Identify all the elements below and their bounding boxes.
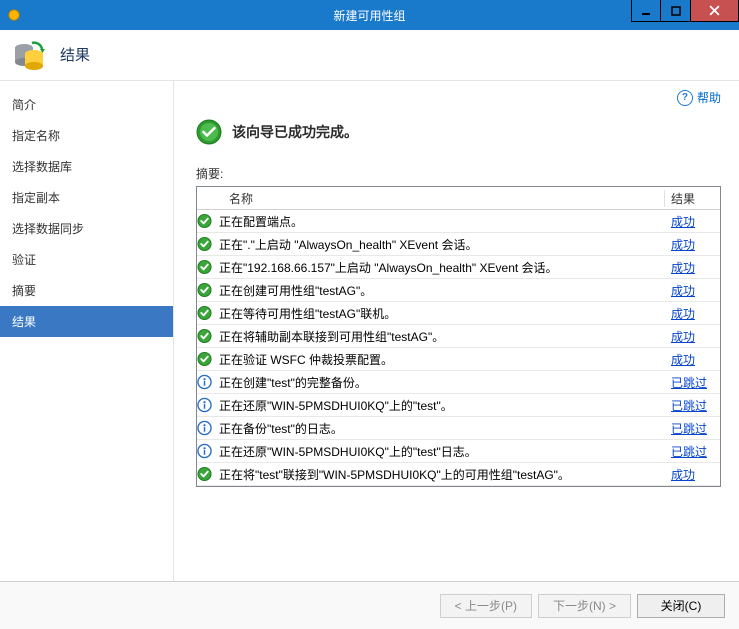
row-name: 正在备份"test"的日志。	[213, 420, 665, 437]
row-result: 成功	[665, 305, 720, 322]
row-result: 成功	[665, 213, 720, 230]
minimize-button[interactable]	[631, 0, 661, 22]
success-icon	[197, 305, 213, 321]
page-title: 结果	[60, 44, 90, 65]
wizard-header: 结果	[0, 30, 739, 80]
result-link[interactable]: 已跳过	[671, 422, 707, 436]
wizard-body: 简介指定名称选择数据库指定副本选择数据同步验证摘要结果 ? 帮助 该向导已成功完…	[0, 80, 739, 581]
table-row: 正在将"test"联接到"WIN-5PMSDHUI0KQ"上的可用性组"test…	[197, 463, 720, 486]
row-result: 成功	[665, 466, 720, 483]
result-link[interactable]: 已跳过	[671, 445, 707, 459]
sidebar-item-5[interactable]: 验证	[0, 244, 173, 275]
result-link[interactable]: 成功	[671, 238, 695, 252]
window-controls	[631, 0, 739, 22]
table-row: 正在备份"test"的日志。已跳过	[197, 417, 720, 440]
help-label: 帮助	[697, 89, 721, 106]
result-link[interactable]: 成功	[671, 468, 695, 482]
sidebar-item-0[interactable]: 简介	[0, 89, 173, 120]
grid-header: 名称 结果	[197, 187, 720, 210]
table-row: 正在验证 WSFC 仲裁投票配置。成功	[197, 348, 720, 371]
success-icon	[197, 466, 213, 482]
sidebar-item-4[interactable]: 选择数据同步	[0, 213, 173, 244]
row-result: 已跳过	[665, 443, 720, 460]
app-icon	[6, 7, 22, 23]
result-link[interactable]: 成功	[671, 261, 695, 275]
grid-header-name: 名称	[223, 190, 665, 207]
table-row: 正在"."上启动 "AlwaysOn_health" XEvent 会话。成功	[197, 233, 720, 256]
result-link[interactable]: 成功	[671, 353, 695, 367]
sidebar-item-3[interactable]: 指定副本	[0, 182, 173, 213]
table-row: 正在配置端点。成功	[197, 210, 720, 233]
table-row: 正在创建可用性组"testAG"。成功	[197, 279, 720, 302]
window-title: 新建可用性组	[0, 7, 739, 24]
row-name: 正在还原"WIN-5PMSDHUI0KQ"上的"test"。	[213, 397, 665, 414]
row-name: 正在创建"test"的完整备份。	[213, 374, 665, 391]
success-icon	[196, 119, 222, 145]
result-link[interactable]: 已跳过	[671, 376, 707, 390]
row-result: 成功	[665, 259, 720, 276]
close-button[interactable]	[691, 0, 739, 22]
grid-header-result: 结果	[665, 190, 720, 207]
success-icon	[197, 328, 213, 344]
row-name: 正在配置端点。	[213, 213, 665, 230]
table-row: 正在将辅助副本联接到可用性组"testAG"。成功	[197, 325, 720, 348]
table-row: 正在等待可用性组"testAG"联机。成功	[197, 302, 720, 325]
results-grid: 名称 结果 正在配置端点。成功正在"."上启动 "AlwaysOn_health…	[196, 186, 721, 487]
row-name: 正在"192.168.66.157"上启动 "AlwaysOn_health" …	[213, 259, 665, 276]
info-icon	[197, 397, 213, 413]
table-row: 正在"192.168.66.157"上启动 "AlwaysOn_health" …	[197, 256, 720, 279]
row-result: 成功	[665, 351, 720, 368]
info-icon	[197, 374, 213, 390]
wizard-footer: < 上一步(P) 下一步(N) > 关闭(C)	[0, 581, 739, 629]
result-link[interactable]: 成功	[671, 215, 695, 229]
sidebar-item-6[interactable]: 摘要	[0, 275, 173, 306]
maximize-button[interactable]	[661, 0, 691, 22]
table-row: 正在创建"test"的完整备份。已跳过	[197, 371, 720, 394]
row-name: 正在还原"WIN-5PMSDHUI0KQ"上的"test"日志。	[213, 443, 665, 460]
close-wizard-button[interactable]: 关闭(C)	[637, 594, 725, 618]
row-result: 成功	[665, 282, 720, 299]
row-result: 已跳过	[665, 397, 720, 414]
wizard-header-icon	[12, 37, 48, 73]
title-bar: 新建可用性组	[0, 0, 739, 30]
row-name: 正在"."上启动 "AlwaysOn_health" XEvent 会话。	[213, 236, 665, 253]
success-icon	[197, 282, 213, 298]
success-icon	[197, 213, 213, 229]
sidebar-item-2[interactable]: 选择数据库	[0, 151, 173, 182]
table-row: 正在还原"WIN-5PMSDHUI0KQ"上的"test"日志。已跳过	[197, 440, 720, 463]
row-name: 正在将"test"联接到"WIN-5PMSDHUI0KQ"上的可用性组"test…	[213, 466, 665, 483]
next-button: 下一步(N) >	[538, 594, 631, 618]
row-result: 已跳过	[665, 374, 720, 391]
result-link[interactable]: 成功	[671, 284, 695, 298]
row-result: 已跳过	[665, 420, 720, 437]
wizard-main: ? 帮助 该向导已成功完成。 摘要: 名称 结果 正在配置端点。成功正在"."上…	[174, 81, 739, 581]
info-icon	[197, 420, 213, 436]
info-icon	[197, 443, 213, 459]
row-name: 正在等待可用性组"testAG"联机。	[213, 305, 665, 322]
result-link[interactable]: 成功	[671, 330, 695, 344]
row-name: 正在创建可用性组"testAG"。	[213, 282, 665, 299]
success-icon	[197, 236, 213, 252]
row-result: 成功	[665, 328, 720, 345]
help-link[interactable]: ? 帮助	[677, 89, 721, 106]
row-name: 正在验证 WSFC 仲裁投票配置。	[213, 351, 665, 368]
result-link[interactable]: 成功	[671, 307, 695, 321]
result-link[interactable]: 已跳过	[671, 399, 707, 413]
summary-label: 摘要:	[196, 165, 721, 182]
previous-button: < 上一步(P)	[440, 594, 532, 618]
sidebar-item-1[interactable]: 指定名称	[0, 120, 173, 151]
row-result: 成功	[665, 236, 720, 253]
sidebar-item-7[interactable]: 结果	[0, 306, 173, 337]
table-row: 正在还原"WIN-5PMSDHUI0KQ"上的"test"。已跳过	[197, 394, 720, 417]
success-icon	[197, 259, 213, 275]
row-name: 正在将辅助副本联接到可用性组"testAG"。	[213, 328, 665, 345]
success-message: 该向导已成功完成。	[232, 122, 358, 142]
help-icon: ?	[677, 90, 693, 106]
success-header: 该向导已成功完成。	[196, 119, 721, 145]
wizard-sidebar: 简介指定名称选择数据库指定副本选择数据同步验证摘要结果	[0, 81, 174, 581]
success-icon	[197, 351, 213, 367]
